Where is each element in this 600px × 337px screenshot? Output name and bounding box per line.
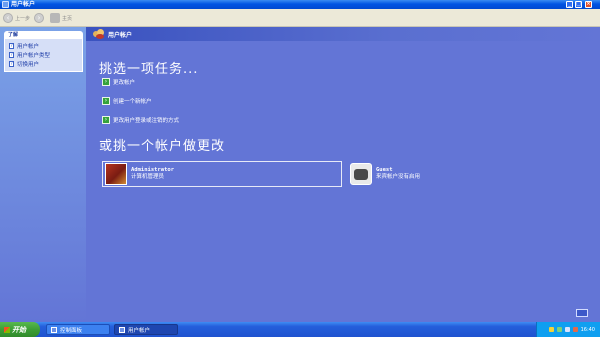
green-arrow-icon: › [102,116,110,124]
back-arrow-icon: ‹ [3,13,13,23]
toolbar: ‹ 上一步 › 主页 [0,9,600,27]
content-header: 用户帐户 [86,27,600,41]
account-guest[interactable]: Guest 来宾帐户没有启用 [348,161,468,187]
learn-link-account-types[interactable]: ? 用户帐户类型 [9,50,78,59]
users-icon [93,29,104,39]
account-name: Guest [376,167,393,173]
pick-account-heading: 或挑一个帐户做更改 [99,139,226,154]
clock[interactable]: 16:40 [581,327,595,333]
close-button[interactable]: × [585,1,592,8]
learn-about-heading: 了解 [4,31,83,39]
maximize-button[interactable]: □ [575,1,582,8]
account-administrator[interactable]: Administrator 计算机管理员 [102,161,342,187]
task-change-account[interactable]: › 更改帐户 [102,78,135,86]
home-icon [50,13,60,23]
learn-about-list: ? 用户帐户 ? 用户帐户类型 ? 切换用户 [4,39,83,72]
content-header-title: 用户帐户 [108,32,133,39]
taskbar-window-label: 控制面板 [60,327,83,334]
guest-avatar [350,163,372,185]
windows-logo-icon [4,326,10,333]
help-question-icon: ? [9,42,14,49]
left-task-pane: 了解 ? 用户帐户 ? 用户帐户类型 ? 切换用户 [0,27,86,322]
taskbar: 开始 控制面板 用户帐户 16:40 [0,322,600,337]
learn-about-box: 了解 ? 用户帐户 ? 用户帐户类型 ? 切换用户 [4,31,83,72]
task-label: 更改帐户 [113,80,136,86]
task-label: 更改用户登录或注销的方式 [113,118,180,124]
control-panel-icon [51,326,57,333]
learn-link-label: 用户帐户类型 [17,52,51,59]
volume-icon[interactable] [564,327,570,332]
system-tray: 16:40 [536,322,600,337]
user-accounts-icon [2,1,9,8]
network-icon[interactable] [556,327,562,332]
learn-link-switch-users[interactable]: ? 切换用户 [9,59,78,68]
green-arrow-icon: › [102,97,110,105]
learn-link-label: 用户帐户 [17,43,40,50]
pick-task-heading: 挑选一项任务... [99,62,199,77]
task-create-account[interactable]: › 创建一个新帐户 [102,97,152,105]
taskbar-window-label: 用户帐户 [128,327,151,334]
administrator-avatar [105,163,127,185]
account-name: Administrator [131,167,175,173]
forward-button[interactable]: › [34,12,44,24]
help-question-icon: ? [9,51,14,58]
back-button[interactable]: ‹ 上一步 [3,12,30,24]
title-bar: 用户帐户 _ □ × [0,0,600,9]
home-button[interactable]: 主页 [50,12,72,24]
help-icon[interactable] [576,309,588,317]
green-arrow-icon: › [102,78,110,86]
user-accounts-icon [119,326,125,333]
start-button[interactable]: 开始 [0,322,40,337]
help-question-icon: ? [9,60,14,67]
notification-icon[interactable] [548,327,554,332]
task-label: 创建一个新帐户 [113,99,152,105]
minimize-button[interactable]: _ [566,1,573,8]
home-label: 主页 [62,15,73,22]
back-label: 上一步 [15,15,31,22]
main-content: 用户帐户 挑选一项任务... › 更改帐户 › 创建一个新帐户 › 更改用户登录… [86,27,600,322]
learn-link-label: 切换用户 [17,61,40,68]
task-change-logon[interactable]: › 更改用户登录或注销的方式 [102,116,179,124]
forward-arrow-icon: › [34,13,44,23]
account-description: 来宾帐户没有启用 [376,174,421,180]
security-icon[interactable] [572,327,578,332]
start-label: 开始 [12,325,26,334]
taskbar-user-accounts[interactable]: 用户帐户 [114,324,178,335]
account-description: 计算机管理员 [131,174,165,180]
taskbar-control-panel[interactable]: 控制面板 [46,324,110,335]
learn-link-user-accounts[interactable]: ? 用户帐户 [9,41,78,50]
window-title: 用户帐户 [11,1,36,8]
